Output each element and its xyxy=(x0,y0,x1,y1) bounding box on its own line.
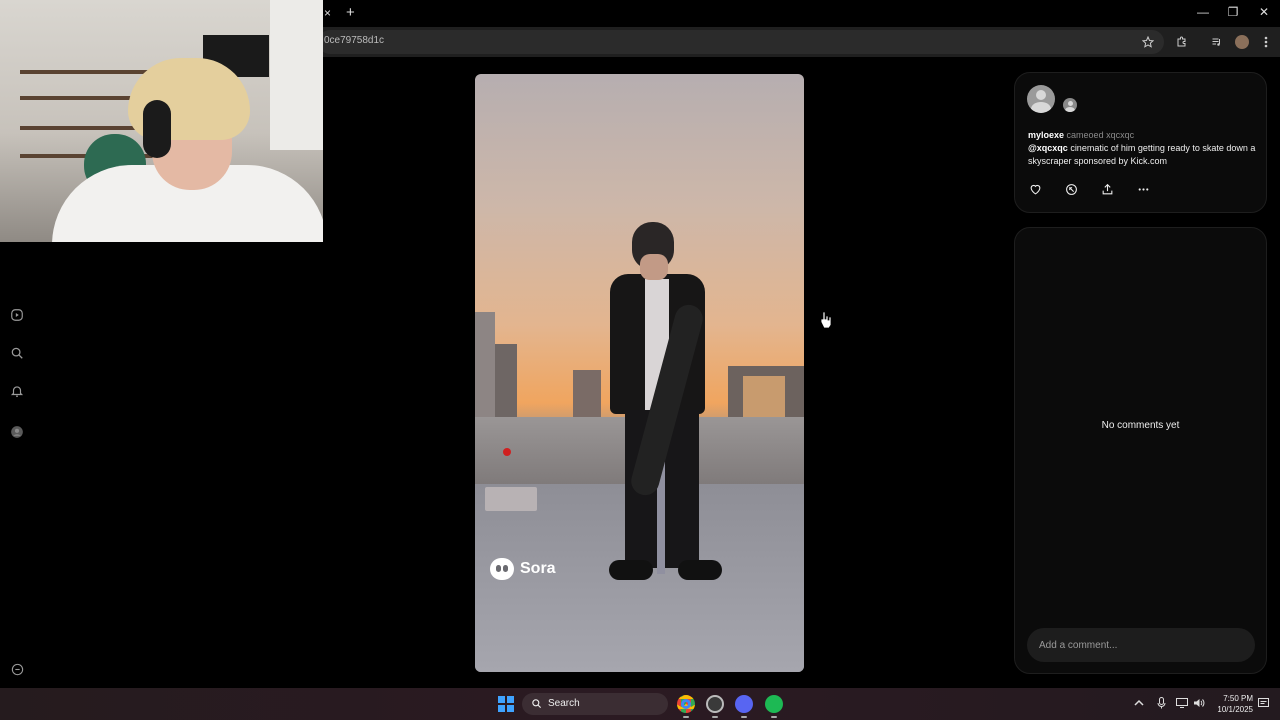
window-close-button[interactable]: ✕ xyxy=(1254,5,1274,19)
webcam-overlay xyxy=(0,0,323,242)
spotify-taskbar-icon[interactable] xyxy=(765,695,783,713)
rooftop-vent xyxy=(485,487,537,511)
search-icon xyxy=(532,699,542,709)
taskbar-search[interactable]: Search xyxy=(522,693,668,715)
obs-running-indicator xyxy=(712,716,718,718)
tray-overflow-chevron-icon[interactable] xyxy=(1132,696,1146,710)
discord-taskbar-icon[interactable] xyxy=(735,695,753,713)
address-bar-url: 0ce79758d1c xyxy=(324,35,385,46)
rail-feed-button[interactable] xyxy=(9,307,25,323)
sora-watermark: Sora xyxy=(490,558,556,580)
clock-time: 7:50 PM xyxy=(1223,694,1253,703)
tab-close-button[interactable]: × xyxy=(324,6,331,20)
microphone-icon[interactable] xyxy=(1154,696,1168,710)
profile-icon xyxy=(11,426,23,438)
share-button[interactable] xyxy=(1099,181,1115,197)
start-button[interactable] xyxy=(498,696,514,712)
webcam-background-window xyxy=(270,0,323,150)
obs-taskbar-icon[interactable] xyxy=(706,695,724,713)
share-icon xyxy=(1102,183,1112,194)
search-icon xyxy=(11,347,23,359)
empty-comments-message: No comments yet xyxy=(1101,420,1180,431)
remix-icon xyxy=(1065,183,1077,195)
background-building xyxy=(475,312,495,424)
comments-panel: No comments yet xyxy=(1014,227,1267,674)
clock-date: 10/1/2025 xyxy=(1217,705,1253,714)
sora-watermark-text: Sora xyxy=(520,560,556,577)
bookmark-star-icon[interactable] xyxy=(1139,33,1157,51)
person-shoe xyxy=(609,560,653,580)
heart-icon xyxy=(1030,184,1040,194)
minus-circle-icon xyxy=(11,663,23,675)
webcam-headphones xyxy=(143,100,171,158)
webcam-shelf xyxy=(20,70,160,74)
post-info-card: myloexe cameoed xqcxqc @xqcxqc cinematic… xyxy=(1014,72,1267,213)
taskbar-search-label: Search xyxy=(548,698,580,709)
author-avatar[interactable] xyxy=(1027,85,1055,113)
cameo-avatar[interactable] xyxy=(1063,98,1077,112)
person-shoe xyxy=(678,560,722,580)
person-face xyxy=(640,254,668,280)
windows-taskbar: Search 7:50 PM 10/1/2025 xyxy=(0,688,1280,720)
more-icon xyxy=(1138,187,1148,191)
rail-search-button[interactable] xyxy=(9,345,25,361)
red-marker xyxy=(503,448,511,456)
notification-center-icon[interactable] xyxy=(1256,696,1270,710)
comment-input[interactable] xyxy=(1027,628,1255,662)
rail-notifications-button[interactable] xyxy=(9,383,25,399)
network-icon[interactable] xyxy=(1175,696,1189,710)
chrome-taskbar-icon[interactable] xyxy=(677,695,695,713)
discord-running-indicator xyxy=(741,716,747,718)
play-circle-icon xyxy=(11,309,23,321)
post-actions xyxy=(1027,181,1151,197)
browser-menu-icon[interactable] xyxy=(1257,33,1275,51)
sora-logo-icon xyxy=(490,558,514,580)
new-tab-button[interactable]: + xyxy=(346,4,355,21)
hand-cursor-icon xyxy=(820,311,832,329)
window-maximize-button[interactable]: ❐ xyxy=(1223,5,1243,19)
background-building xyxy=(495,344,517,424)
profile-avatar-icon[interactable] xyxy=(1233,33,1251,51)
like-button[interactable] xyxy=(1027,181,1043,197)
volume-icon[interactable] xyxy=(1192,696,1206,710)
remix-button[interactable] xyxy=(1063,181,1079,197)
system-clock[interactable]: 7:50 PM 10/1/2025 xyxy=(1207,693,1253,715)
window-minimize-button[interactable]: — xyxy=(1193,5,1213,19)
video-player[interactable]: Sora xyxy=(475,74,804,672)
media-control-icon[interactable] xyxy=(1208,33,1226,51)
chrome-running-indicator xyxy=(683,716,689,718)
more-options-button[interactable] xyxy=(1135,181,1151,197)
rail-profile-button[interactable] xyxy=(9,424,25,440)
extensions-icon[interactable] xyxy=(1173,33,1191,51)
post-action: cameoed xqcxqc xyxy=(1066,130,1135,140)
bell-icon xyxy=(10,386,24,398)
post-caption: myloexe cameoed xqcxqc @xqcxqc cinematic… xyxy=(1028,129,1256,168)
post-username[interactable]: myloexe xyxy=(1028,130,1064,140)
post-mention[interactable]: @xqcxqc xyxy=(1028,143,1068,153)
address-bar[interactable]: 0ce79758d1c xyxy=(318,30,1164,54)
rail-settings-button[interactable] xyxy=(9,661,25,677)
spotify-running-indicator xyxy=(771,716,777,718)
